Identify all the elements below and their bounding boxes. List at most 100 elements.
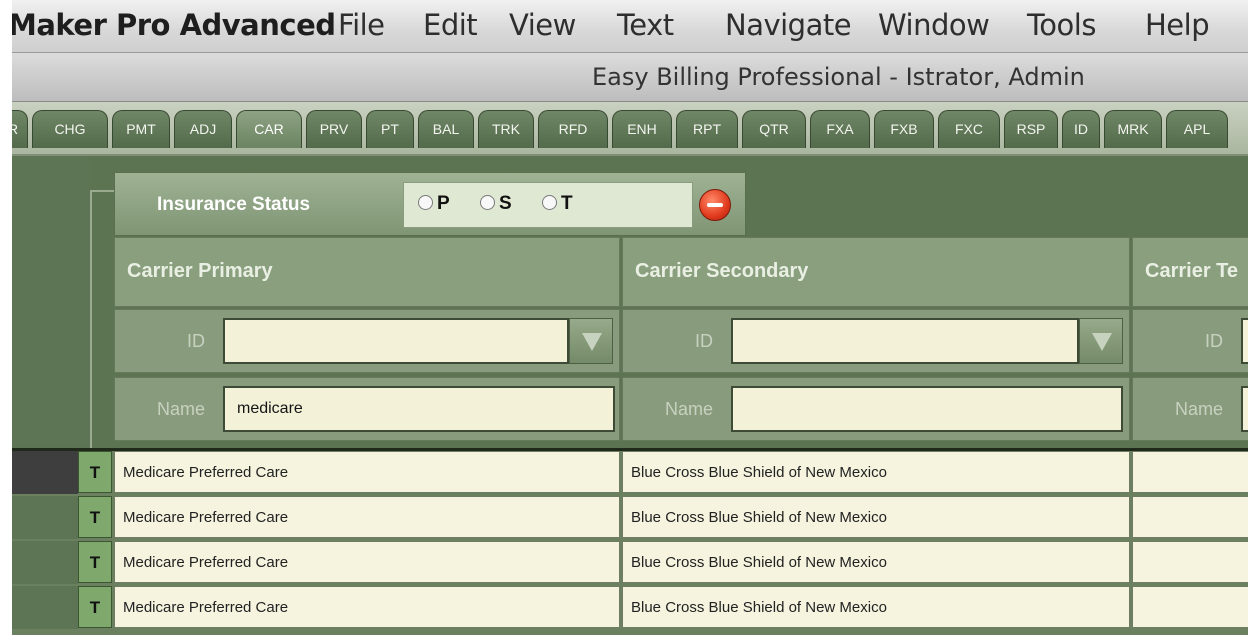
row-flag[interactable]: T	[78, 451, 112, 493]
tab-rfd[interactable]: RFD	[538, 110, 608, 148]
carrier-primary-name-field[interactable]: medicare	[223, 386, 615, 432]
tab-id[interactable]: ID	[1062, 110, 1100, 148]
window-title: Easy Billing Professional - Istrator, Ad…	[592, 63, 1085, 91]
carrier-tertiary-name-field[interactable]	[1241, 386, 1248, 432]
carrier-tertiary-panel: Carrier Te ID Name	[1132, 237, 1248, 449]
row-secondary-carrier[interactable]: Blue Cross Blue Shield of New Mexico	[622, 496, 1130, 538]
carrier-tertiary-title: Carrier Te	[1145, 260, 1239, 282]
tab-bal[interactable]: BAL	[418, 110, 474, 148]
row-selector[interactable]	[12, 451, 78, 494]
carrier-secondary-id-field[interactable]	[731, 318, 1079, 364]
menu-window[interactable]: Window	[878, 8, 990, 42]
row-primary-carrier[interactable]: Medicare Preferred Care	[114, 451, 620, 493]
menu-file[interactable]: File	[338, 8, 385, 42]
row-secondary-carrier[interactable]: Blue Cross Blue Shield of New Mexico	[622, 451, 1130, 493]
menu-help[interactable]: Help	[1145, 8, 1210, 42]
tab-prv[interactable]: PRV	[306, 110, 362, 148]
tab-chg[interactable]: CHG	[32, 110, 108, 148]
radio-secondary[interactable]: S	[480, 193, 512, 215]
carrier-tertiary-name-row: Name	[1132, 377, 1248, 441]
tab-fxc[interactable]: FXC	[938, 110, 1000, 148]
row-secondary-carrier[interactable]: Blue Cross Blue Shield of New Mexico	[622, 541, 1130, 583]
row-primary-carrier[interactable]: Medicare Preferred Care	[114, 541, 620, 583]
carrier-secondary-name-label: Name	[664, 399, 713, 419]
tab-qtr[interactable]: QTR	[742, 110, 806, 148]
stop-icon[interactable]	[699, 189, 731, 221]
row-tertiary-carrier[interactable]	[1132, 541, 1248, 583]
radio-primary[interactable]: P	[418, 193, 450, 215]
list-item[interactable]: T Medicare Preferred Care Blue Cross Blu…	[12, 451, 1248, 495]
radio-secondary-label: S	[499, 193, 512, 214]
list-item[interactable]: T Medicare Preferred Care Blue Cross Blu…	[12, 496, 1248, 540]
menu-bar: Maker Pro Advanced File Edit View Text N…	[12, 0, 1248, 53]
row-flag[interactable]: T	[78, 541, 112, 583]
row-primary-carrier[interactable]: Medicare Preferred Care	[114, 496, 620, 538]
radio-tertiary-label: T	[561, 193, 573, 214]
tab-mrk[interactable]: MRK	[1104, 110, 1162, 148]
carrier-tertiary-id-row: ID	[1132, 309, 1248, 373]
carrier-primary-header: Carrier Primary	[114, 237, 620, 307]
carrier-secondary-id-label: ID	[695, 331, 713, 351]
tab-fxa[interactable]: FXA	[810, 110, 870, 148]
row-tertiary-carrier[interactable]	[1132, 586, 1248, 628]
radio-circle-icon	[418, 195, 433, 210]
tab-r[interactable]: R	[12, 110, 28, 148]
tab-car[interactable]: CAR	[236, 110, 302, 148]
menu-navigate[interactable]: Navigate	[725, 8, 852, 42]
radio-circle-icon	[542, 195, 557, 210]
carrier-tertiary-id-field[interactable]	[1241, 318, 1248, 364]
carrier-secondary-header: Carrier Secondary	[622, 237, 1130, 307]
carrier-secondary-title: Carrier Secondary	[635, 260, 809, 282]
list-item[interactable]: T Medicare Preferred Care Blue Cross Blu…	[12, 586, 1248, 630]
row-flag[interactable]: T	[78, 496, 112, 538]
radio-tertiary[interactable]: T	[542, 193, 573, 215]
tab-rpt[interactable]: RPT	[676, 110, 738, 148]
tab-strip: R CHG PMT ADJ CAR PRV PT BAL TRK RFD ENH…	[12, 102, 1248, 156]
carrier-tertiary-header: Carrier Te	[1132, 237, 1248, 307]
app-name[interactable]: Maker Pro Advanced	[12, 8, 336, 42]
insurance-status-radio-group: P S T	[403, 182, 693, 228]
tab-adj[interactable]: ADJ	[174, 110, 232, 148]
tab-apl[interactable]: APL	[1166, 110, 1228, 148]
menu-edit[interactable]: Edit	[423, 8, 478, 42]
list-item[interactable]: T Medicare Preferred Care Blue Cross Blu…	[12, 541, 1248, 585]
menu-view[interactable]: View	[509, 8, 576, 42]
left-gutter	[12, 156, 90, 446]
carrier-primary-panel: Carrier Primary ID Name medicare	[114, 237, 620, 449]
tab-rsp[interactable]: RSP	[1004, 110, 1058, 148]
row-secondary-carrier[interactable]: Blue Cross Blue Shield of New Mexico	[622, 586, 1130, 628]
insurance-status-label: Insurance Status	[157, 194, 311, 215]
row-selector[interactable]	[12, 541, 78, 584]
window-title-bar: Easy Billing Professional - Istrator, Ad…	[12, 53, 1248, 102]
triangle-down-icon[interactable]	[1079, 318, 1123, 364]
carrier-primary-name-row: Name medicare	[114, 377, 620, 441]
tab-trk[interactable]: TRK	[478, 110, 534, 148]
app-window: Maker Pro Advanced File Edit View Text N…	[12, 0, 1248, 635]
row-flag[interactable]: T	[78, 586, 112, 628]
tab-pt[interactable]: PT	[366, 110, 414, 148]
carrier-primary-id-row: ID	[114, 309, 620, 373]
menu-tools[interactable]: Tools	[1027, 8, 1096, 42]
carrier-secondary-id-row: ID	[622, 309, 1130, 373]
radio-circle-icon	[480, 195, 495, 210]
carrier-tertiary-name-label: Name	[1174, 399, 1223, 419]
group-bracket	[90, 190, 116, 450]
carrier-tertiary-id-label: ID	[1205, 331, 1223, 351]
row-selector[interactable]	[12, 496, 78, 539]
carrier-primary-id-label: ID	[187, 331, 205, 351]
triangle-down-icon[interactable]	[569, 318, 613, 364]
results-list: T Medicare Preferred Care Blue Cross Blu…	[12, 451, 1248, 635]
tab-fxb[interactable]: FXB	[874, 110, 934, 148]
tab-enh[interactable]: ENH	[612, 110, 672, 148]
row-selector[interactable]	[12, 586, 78, 629]
carrier-primary-title: Carrier Primary	[127, 260, 273, 282]
carrier-secondary-panel: Carrier Secondary ID Name	[622, 237, 1130, 449]
tab-pmt[interactable]: PMT	[112, 110, 170, 148]
menu-text[interactable]: Text	[617, 8, 674, 42]
row-tertiary-carrier[interactable]	[1132, 451, 1248, 493]
row-primary-carrier[interactable]: Medicare Preferred Care	[114, 586, 620, 628]
carrier-primary-id-field[interactable]	[223, 318, 569, 364]
radio-primary-label: P	[437, 193, 450, 214]
row-tertiary-carrier[interactable]	[1132, 496, 1248, 538]
carrier-secondary-name-field[interactable]	[731, 386, 1123, 432]
